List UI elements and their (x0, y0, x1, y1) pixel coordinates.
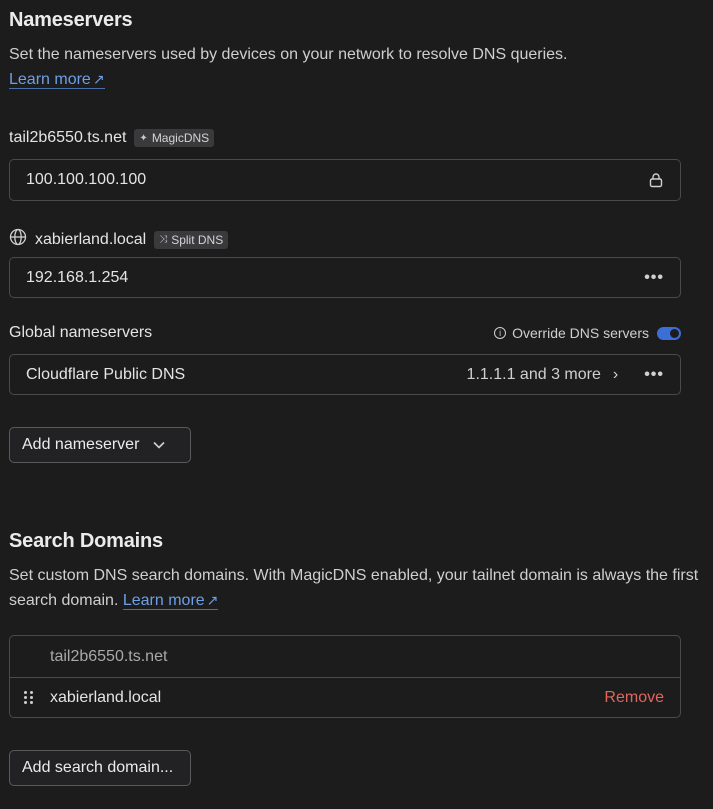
chevron-right-icon[interactable]: › (613, 366, 618, 384)
more-options-icon[interactable]: ••• (644, 269, 664, 287)
splitdns-badge: ⤨ Split DNS (154, 230, 229, 249)
magicdns-badge: ✦ MagicDNS (134, 129, 215, 147)
dns-settings-page: Nameservers Set the nameservers used by … (0, 0, 713, 809)
magicdns-nameserver-field: 100.100.100.100 (9, 159, 681, 201)
shuffle-icon: ⤨ (159, 234, 168, 245)
override-dns-control: i Override DNS servers (494, 325, 681, 341)
lock-icon (648, 172, 664, 188)
magicdns-domain: tail2b6550.ts.net (9, 129, 127, 146)
list-item: tail2b6550.ts.net (10, 636, 680, 677)
search-domain-name: xabierland.local (50, 689, 162, 706)
search-domains-title: Search Domains (9, 530, 163, 552)
remove-domain-button[interactable]: Remove (604, 689, 664, 707)
nameservers-learn-more-link[interactable]: Learn more ↗ (9, 71, 105, 89)
override-dns-label: Override DNS servers (512, 325, 649, 341)
add-nameserver-button[interactable]: Add nameserver (9, 427, 191, 463)
global-nameservers-header: Global nameservers i Override DNS server… (9, 324, 681, 342)
search-domain-name: tail2b6550.ts.net (50, 647, 168, 665)
global-nameserver-provider: Cloudflare Public DNS (26, 365, 186, 383)
sparkle-icon: ✦ (139, 132, 148, 144)
external-link-icon: ↗ (92, 71, 105, 87)
global-nameserver-row[interactable]: Cloudflare Public DNS 1.1.1.1 and 3 more… (9, 354, 681, 395)
splitdns-nameserver-field: 192.168.1.254 ••• (9, 257, 681, 298)
nameservers-title: Nameservers (9, 9, 133, 31)
add-search-domain-button[interactable]: Add search domain... (9, 750, 191, 786)
magicdns-label: tail2b6550.ts.net ✦ MagicDNS (9, 129, 215, 147)
more-options-icon[interactable]: ••• (644, 366, 664, 384)
search-domains-description: Set custom DNS search domains. With Magi… (9, 567, 699, 610)
chevron-down-icon (153, 438, 165, 452)
nameservers-description: Set the nameservers used by devices on y… (9, 46, 568, 89)
global-nameserver-summary: 1.1.1.1 and 3 more (466, 365, 601, 383)
splitdns-domain: xabierland.local (35, 230, 147, 248)
external-link-icon: ↗ (206, 592, 219, 608)
override-dns-toggle[interactable] (657, 326, 681, 340)
list-item: xabierland.local Remove (10, 677, 680, 717)
search-domains-list: tail2b6550.ts.net xabierland.local Remov… (9, 635, 681, 718)
globe-icon (9, 228, 27, 251)
global-nameservers-label: Global nameservers (9, 324, 153, 341)
drag-handle-icon[interactable] (24, 691, 34, 705)
splitdns-nameserver-value: 192.168.1.254 (26, 268, 129, 286)
splitdns-label: xabierland.local ⤨ Split DNS (9, 228, 229, 251)
search-domains-learn-more-link[interactable]: Learn more ↗ (122, 592, 219, 610)
magicdns-nameserver-value: 100.100.100.100 (26, 171, 147, 188)
info-icon[interactable]: i (494, 327, 507, 339)
